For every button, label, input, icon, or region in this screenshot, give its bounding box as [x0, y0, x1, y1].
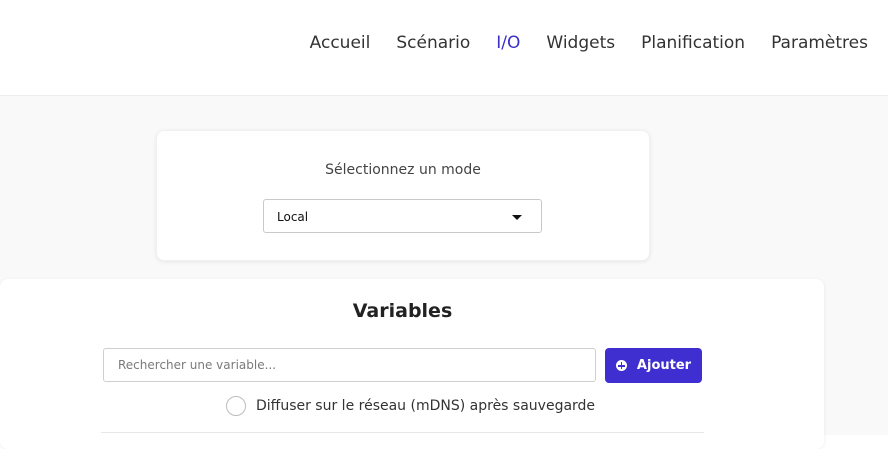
mode-card: Sélectionnez un mode Local [156, 130, 650, 261]
mdns-checkbox[interactable] [226, 396, 246, 416]
variable-search-input[interactable] [103, 348, 596, 382]
mode-select-value: Local [277, 210, 309, 224]
nav-item-widgets[interactable]: Widgets [546, 33, 615, 53]
variables-card: Variables Ajouter Diffuser sur le réseau… [0, 279, 824, 449]
top-header: Accueil Scénario I/O Widgets Planificati… [0, 0, 888, 96]
mode-select[interactable]: Local [263, 199, 542, 233]
plus-circle-icon [615, 360, 627, 371]
nav-item-accueil[interactable]: Accueil [310, 33, 371, 53]
nav-item-parametres[interactable]: Paramètres [771, 33, 868, 53]
mode-label: Sélectionnez un mode [325, 162, 481, 178]
caret-down-icon [512, 215, 522, 220]
main-content: Sélectionnez un mode Local Variables Ajo… [0, 96, 888, 449]
nav-item-planification[interactable]: Planification [641, 33, 745, 53]
add-button-label: Ajouter [636, 358, 692, 373]
mdns-label: Diffuser sur le réseau (mDNS) après sauv… [256, 398, 596, 414]
variables-title: Variables [352, 300, 453, 322]
main-nav: Accueil Scénario I/O Widgets Planificati… [310, 33, 868, 53]
nav-item-io[interactable]: I/O [496, 33, 520, 53]
mdns-option: Diffuser sur le réseau (mDNS) après sauv… [226, 396, 595, 416]
nav-item-scenario[interactable]: Scénario [396, 33, 470, 53]
add-variable-button[interactable]: Ajouter [605, 348, 702, 383]
